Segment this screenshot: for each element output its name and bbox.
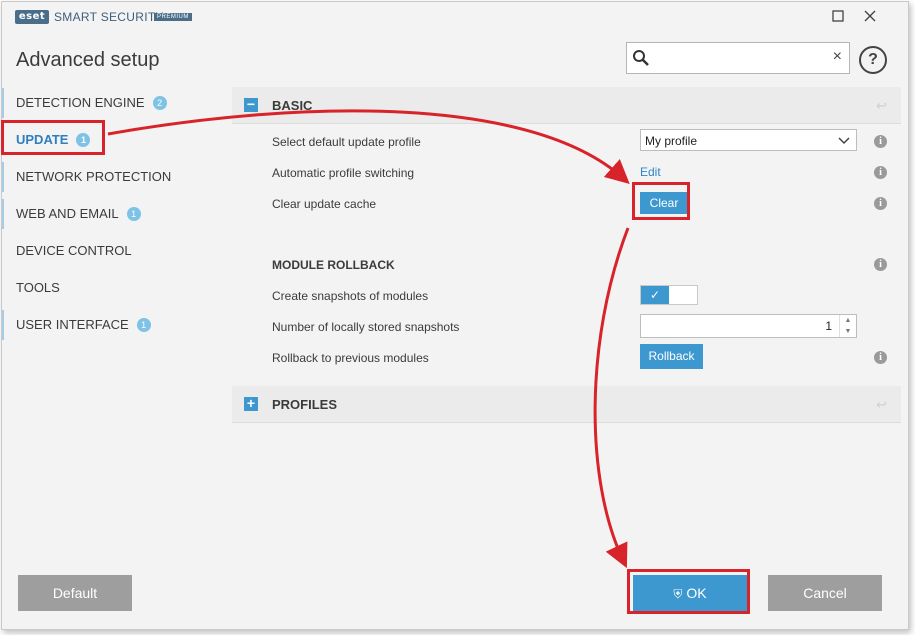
- expand-icon[interactable]: +: [244, 396, 258, 411]
- advanced-setup-window: eset SMART SECURITY PREMIUM Advanced set…: [1, 1, 909, 630]
- profile-label: Select default update profile: [272, 135, 421, 149]
- checkmark-icon: ✓: [641, 286, 669, 304]
- app-name: SMART SECURITY: [54, 10, 164, 24]
- nav-indicator: [2, 88, 4, 118]
- close-window-button[interactable]: [860, 8, 880, 28]
- sidebar-item-tools[interactable]: TOOLS: [2, 270, 232, 306]
- cache-label: Clear update cache: [272, 197, 377, 211]
- notification-badge: 2: [152, 96, 167, 110]
- search-input[interactable]: [653, 47, 827, 69]
- module-rollback-title: MODULE ROLLBACK: [272, 258, 395, 272]
- rollback-label: Rollback to previous modules: [272, 351, 429, 365]
- snapshot-count-label: Number of locally stored snapshots: [272, 320, 460, 334]
- info-icon[interactable]: i: [874, 166, 887, 179]
- info-icon[interactable]: i: [874, 351, 887, 364]
- edition-badge: PREMIUM: [154, 13, 192, 21]
- nav-indicator: [2, 310, 4, 340]
- settings-content: − BASIC ↩ Select default update profile …: [232, 87, 908, 427]
- section-title-profiles: PROFILES: [272, 397, 338, 412]
- ok-highlight-box: [627, 569, 750, 614]
- section-title-basic: BASIC: [272, 98, 313, 113]
- update-highlight-box: [1, 120, 105, 155]
- clear-search-icon[interactable]: ×: [833, 48, 842, 66]
- sidebar-item-web-and-email[interactable]: WEB AND EMAIL 1: [2, 196, 232, 232]
- search-icon: [633, 50, 649, 66]
- default-button[interactable]: Default: [18, 575, 132, 611]
- profiles-section-header[interactable]: + PROFILES ↩: [232, 386, 901, 423]
- info-icon[interactable]: i: [874, 135, 887, 148]
- chevron-down-icon: [838, 137, 850, 145]
- snapshots-label: Create snapshots of modules: [272, 289, 429, 303]
- cancel-button[interactable]: Cancel: [768, 575, 882, 611]
- sidebar-item-label: TOOLS: [16, 280, 60, 295]
- title-bar: eset SMART SECURITY PREMIUM: [2, 2, 908, 34]
- sidebar-item-label: DETECTION ENGINE: [16, 95, 145, 110]
- clear-highlight-box: [632, 182, 690, 220]
- revert-icon: ↩: [876, 98, 887, 113]
- sidebar-item-device-control[interactable]: DEVICE CONTROL: [2, 233, 232, 269]
- update-profile-select[interactable]: My profile: [640, 129, 857, 151]
- help-button[interactable]: ?: [859, 46, 887, 74]
- edit-link[interactable]: Edit: [640, 165, 661, 179]
- notification-badge: 1: [136, 318, 151, 332]
- revert-icon: ↩: [876, 397, 887, 412]
- close-icon: [864, 10, 876, 22]
- rollback-button[interactable]: Rollback: [640, 344, 703, 369]
- search-box[interactable]: ×: [626, 42, 850, 74]
- sidebar-item-detection-engine[interactable]: DETECTION ENGINE 2: [2, 85, 232, 121]
- sidebar-item-user-interface[interactable]: USER INTERFACE 1: [2, 307, 232, 343]
- basic-section-header[interactable]: − BASIC ↩: [232, 87, 901, 124]
- snapshots-toggle[interactable]: ✓: [640, 285, 698, 305]
- switching-label: Automatic profile switching: [272, 166, 415, 180]
- snapshot-count-stepper[interactable]: 1 ▲ ▼: [640, 314, 857, 338]
- sidebar-item-label: USER INTERFACE: [16, 317, 129, 332]
- maximize-button[interactable]: [828, 8, 848, 28]
- sidebar-item-label: DEVICE CONTROL: [16, 243, 132, 258]
- nav-indicator: [2, 199, 4, 229]
- eset-logo: eset: [15, 10, 49, 24]
- info-icon[interactable]: i: [874, 258, 887, 271]
- sidebar-item-label: NETWORK PROTECTION: [16, 169, 172, 184]
- stepper-arrows[interactable]: ▲ ▼: [839, 315, 856, 337]
- selected-profile: My profile: [645, 134, 698, 148]
- nav-indicator: [2, 162, 4, 192]
- snapshot-count-value: 1: [825, 319, 832, 333]
- sidebar-item-network-protection[interactable]: NETWORK PROTECTION: [2, 159, 232, 195]
- info-icon[interactable]: i: [874, 197, 887, 210]
- collapse-icon[interactable]: −: [244, 97, 258, 112]
- notification-badge: 1: [126, 207, 141, 221]
- sidebar-item-label: WEB AND EMAIL: [16, 206, 119, 221]
- square-icon: [832, 10, 844, 22]
- page-title: Advanced setup: [16, 49, 160, 71]
